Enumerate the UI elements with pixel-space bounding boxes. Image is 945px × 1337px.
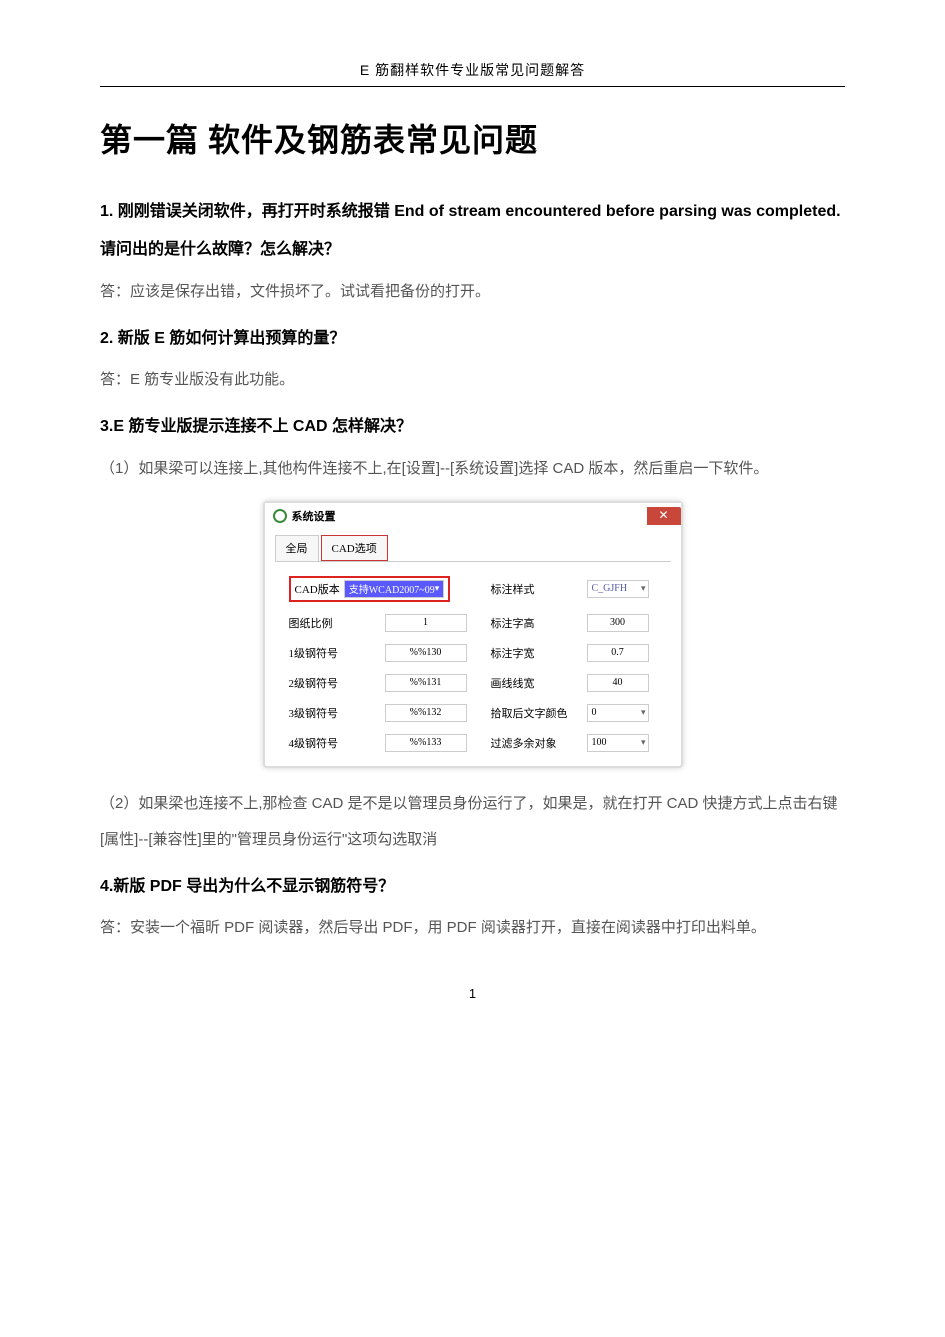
input-annot-width[interactable]: 0.7 [587, 644, 649, 662]
label-line-width: 画线线宽 [491, 675, 563, 691]
input-rebar3[interactable]: %%132 [385, 704, 467, 722]
system-settings-dialog: 系统设置 ✕ 全局 CAD选项 CAD版本 支持WCAD2007~09▾ [263, 501, 683, 768]
label-paper-scale: 图纸比例 [289, 615, 361, 631]
chapter-title: 第一篇 软件及钢筋表常见问题 [100, 115, 845, 161]
paragraph-3-2: （2）如果梁也连接不上,那检查 CAD 是不是以管理员身份运行了，如果是，就在打… [100, 786, 845, 858]
tab-cad-options[interactable]: CAD选项 [321, 535, 388, 561]
tab-global[interactable]: 全局 [275, 535, 319, 561]
input-paper-scale[interactable]: 1 [385, 614, 467, 632]
question-2: 2. 新版 E 筋如何计算出预算的量？ [100, 320, 845, 358]
label-rebar4: 4级钢符号 [289, 735, 361, 751]
label-annot-height: 标注字高 [491, 615, 563, 631]
label-pick-color: 拾取后文字颜色 [491, 705, 563, 721]
dialog-titlebar: 系统设置 ✕ [265, 503, 681, 529]
dropdown-filter-extra[interactable]: 100 [587, 734, 649, 752]
close-icon[interactable]: ✕ [647, 507, 681, 525]
answer-2: 答：E 筋专业版没有此功能。 [100, 362, 845, 398]
page-header: E 筋翻样软件专业版常见问题解答 [100, 60, 845, 87]
dropdown-cad-version[interactable]: 支持WCAD2007~09▾ [344, 580, 445, 598]
document-page: E 筋翻样软件专业版常见问题解答 第一篇 软件及钢筋表常见问题 1. 刚刚错误关… [0, 0, 945, 1041]
label-filter-extra: 过滤多余对象 [491, 735, 563, 751]
question-4: 4.新版 PDF 导出为什么不显示钢筋符号？ [100, 868, 845, 906]
page-number: 1 [100, 986, 845, 1001]
label-rebar1: 1级钢符号 [289, 645, 361, 661]
answer-4: 答：安装一个福昕 PDF 阅读器，然后导出 PDF，用 PDF 阅读器打开，直接… [100, 910, 845, 946]
question-1: 1. 刚刚错误关闭软件，再打开时系统报错 End of stream encou… [100, 193, 845, 270]
paragraph-3-1: （1）如果梁可以连接上,其他构件连接不上,在[设置]--[系统设置]选择 CAD… [100, 451, 845, 487]
dialog-title-text: 系统设置 [292, 508, 336, 524]
input-rebar1[interactable]: %%130 [385, 644, 467, 662]
question-3: 3.E 筋专业版提示连接不上 CAD 怎样解决？ [100, 408, 845, 446]
input-annot-height[interactable]: 300 [587, 614, 649, 632]
label-rebar2: 2级钢符号 [289, 675, 361, 691]
input-line-width[interactable]: 40 [587, 674, 649, 692]
answer-1: 答：应该是保存出错，文件损坏了。试试看把备份的打开。 [100, 274, 845, 310]
settings-form: CAD版本 支持WCAD2007~09▾ 标注样式 C_GJFH 图纸比例 1 … [275, 572, 671, 752]
input-rebar4[interactable]: %%133 [385, 734, 467, 752]
label-cad-version: CAD版本 [295, 581, 340, 597]
app-icon [273, 509, 287, 523]
dialog-tabs: 全局 CAD选项 [275, 535, 671, 562]
label-annot-width: 标注字宽 [491, 645, 563, 661]
dialog-screenshot: 系统设置 ✕ 全局 CAD选项 CAD版本 支持WCAD2007~09▾ [100, 501, 845, 768]
cad-version-row: CAD版本 支持WCAD2007~09▾ [289, 576, 467, 602]
label-rebar3: 3级钢符号 [289, 705, 361, 721]
dropdown-annot-style[interactable]: C_GJFH [587, 580, 649, 598]
label-annot-style: 标注样式 [491, 581, 563, 597]
dropdown-pick-color[interactable]: 0 [587, 704, 649, 722]
input-rebar2[interactable]: %%131 [385, 674, 467, 692]
